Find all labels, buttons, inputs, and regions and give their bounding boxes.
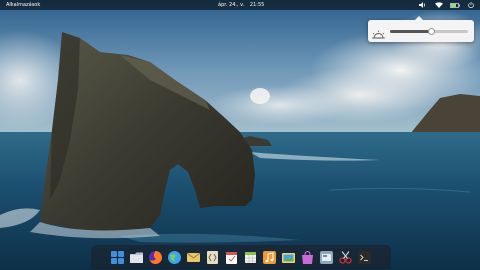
system-indicators: [418, 0, 476, 10]
mail-icon[interactable]: [186, 250, 201, 265]
multitasking-view-icon[interactable]: [110, 250, 125, 265]
screenshot-icon[interactable]: [338, 250, 353, 265]
photos-icon[interactable]: [281, 250, 296, 265]
firefox-icon[interactable]: [148, 250, 163, 265]
time-label: 21:55: [249, 2, 265, 8]
music-icon[interactable]: [262, 250, 277, 265]
system-settings-icon[interactable]: [319, 250, 334, 265]
slider-fill: [390, 30, 431, 33]
web-browser-icon[interactable]: [167, 250, 182, 265]
dock: [91, 245, 391, 269]
spreadsheet-icon[interactable]: [243, 250, 258, 265]
battery-icon[interactable]: [450, 2, 460, 8]
brightness-slider[interactable]: [390, 28, 468, 35]
date-label: ápr. 24., v.: [218, 2, 245, 8]
date-time-indicator[interactable]: ápr. 24., v. 21:55: [218, 0, 268, 10]
files-icon[interactable]: [129, 250, 144, 265]
top-panel: Alkalmazások ápr. 24., v. 21:55: [0, 0, 480, 10]
power-icon[interactable]: [466, 2, 476, 8]
code-editor-icon[interactable]: [205, 250, 220, 265]
network-icon[interactable]: [434, 2, 444, 8]
brightness-popover: [368, 16, 474, 42]
brightness-icon: [372, 25, 385, 39]
speaker-icon[interactable]: [418, 2, 428, 8]
terminal-icon[interactable]: [357, 250, 372, 265]
slider-handle[interactable]: [427, 28, 435, 35]
calendar-icon[interactable]: [224, 250, 239, 265]
applications-menu-button[interactable]: Alkalmazások: [4, 0, 42, 10]
app-center-icon[interactable]: [300, 250, 315, 265]
